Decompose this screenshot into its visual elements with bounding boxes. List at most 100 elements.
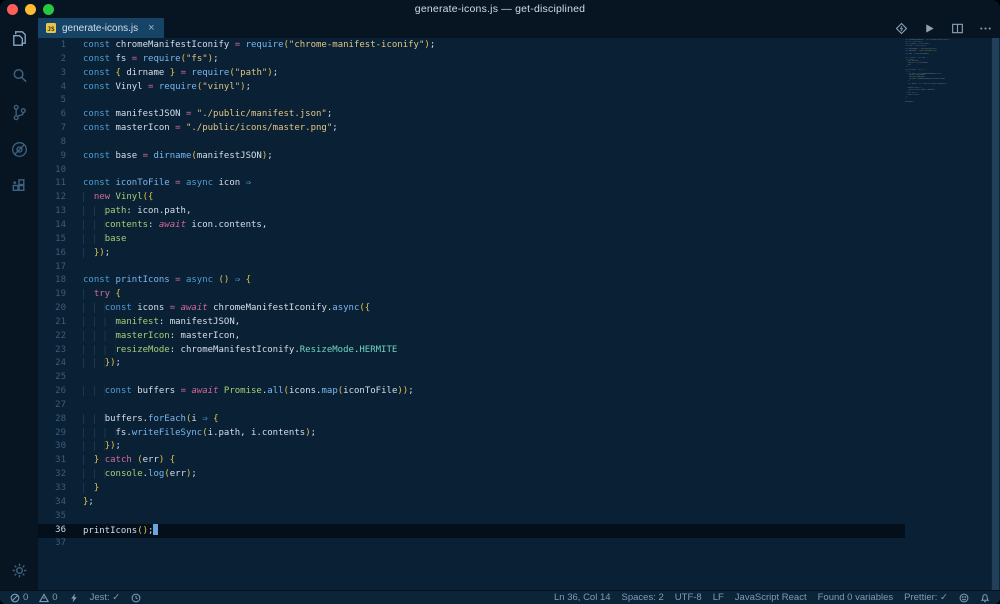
code-line[interactable]: base	[83, 233, 435, 247]
status-item[interactable]: Prettier: ✓	[904, 592, 948, 603]
code-line[interactable]	[83, 164, 435, 178]
clock-status-item[interactable]	[131, 593, 141, 603]
line-number[interactable]: 23	[38, 344, 66, 358]
code-line[interactable]: const base = dirname(manifestJSON);	[83, 150, 435, 164]
line-number[interactable]: 18	[38, 274, 66, 288]
status-item[interactable]: LF	[713, 592, 724, 603]
status-item[interactable]: UTF-8	[675, 592, 702, 603]
code-line[interactable]: const Vinyl = require("vinyl");	[83, 81, 435, 95]
warning-triangle-status-item[interactable]: 0	[39, 592, 58, 603]
line-number[interactable]: 7	[38, 122, 66, 136]
code-line[interactable]: manifest: manifestJSON,	[83, 316, 435, 330]
line-number[interactable]: 15	[38, 233, 66, 247]
format-diamond-icon[interactable]	[894, 21, 908, 35]
code-content[interactable]: const chromeManifestIconify = require("c…	[83, 39, 435, 551]
code-line[interactable]: }	[83, 482, 435, 496]
code-line[interactable]	[83, 261, 435, 275]
code-line[interactable]: resizeMode: chromeManifestIconify.Resize…	[83, 344, 435, 358]
error-circle-status-item[interactable]: 0	[10, 592, 28, 603]
code-line[interactable]	[83, 136, 435, 150]
line-number-gutter[interactable]: 1 2 3 4 5 6 7 8 9 10 11 12 13 14 15 16 17 18 19 20 21 22 23 24 2…	[38, 39, 66, 551]
code-line[interactable]: const fs = require("fs");	[83, 53, 435, 67]
code-line[interactable]: console.log(err);	[83, 468, 435, 482]
line-number[interactable]: 19	[38, 288, 66, 302]
code-line[interactable]: const { dirname } = require("path");	[83, 67, 435, 81]
extensions-icon[interactable]	[9, 176, 29, 196]
settings-gear-icon[interactable]	[9, 560, 29, 580]
code-line[interactable]: });	[83, 440, 435, 454]
code-line[interactable]: } catch (err) {	[83, 454, 435, 468]
more-actions-icon[interactable]	[978, 21, 992, 35]
split-editor-icon[interactable]	[950, 21, 964, 35]
line-number[interactable]: 11	[38, 177, 66, 191]
code-line[interactable]	[83, 94, 435, 108]
code-line[interactable]: };	[83, 496, 435, 510]
line-number[interactable]: 36	[38, 524, 66, 538]
line-number[interactable]: 26	[38, 385, 66, 399]
lightning-status-item[interactable]	[69, 593, 79, 603]
status-item[interactable]: Spaces: 2	[622, 592, 664, 603]
status-item[interactable]: Ln 36, Col 14	[554, 592, 611, 603]
line-number[interactable]: 9	[38, 150, 66, 164]
debug-icon[interactable]	[9, 139, 29, 159]
line-number[interactable]: 16	[38, 247, 66, 261]
line-number[interactable]: 37	[38, 537, 66, 551]
code-line[interactable]: });	[83, 247, 435, 261]
code-line[interactable]: const chromeManifestIconify = require("c…	[83, 39, 435, 53]
code-line[interactable]: const manifestJSON = "./public/manifest.…	[83, 108, 435, 122]
code-line[interactable]: const printIcons = async () ⇒ {	[83, 274, 435, 288]
source-control-icon[interactable]	[9, 102, 29, 122]
code-line[interactable]: const icons = await chromeManifestIconif…	[83, 302, 435, 316]
line-number[interactable]: 27	[38, 399, 66, 413]
status-item[interactable]: Found 0 variables	[818, 592, 894, 603]
bell-status-item[interactable]	[980, 593, 990, 603]
code-line[interactable]: fs.writeFileSync(i.path, i.contents);	[83, 427, 435, 441]
minimap[interactable]: const chromeManifestIconify = require("c…	[905, 39, 1000, 590]
code-line[interactable]	[83, 537, 435, 551]
code-line[interactable]: const masterIcon = "./public/icons/maste…	[83, 122, 435, 136]
line-number[interactable]: 29	[38, 427, 66, 441]
line-number[interactable]: 21	[38, 316, 66, 330]
code-line[interactable]: });	[83, 357, 435, 371]
code-line[interactable]: masterIcon: masterIcon,	[83, 330, 435, 344]
run-icon[interactable]	[922, 21, 936, 35]
code-line[interactable]	[83, 510, 435, 524]
code-line[interactable]: buffers.forEach(i ⇒ {	[83, 413, 435, 427]
line-number[interactable]: 20	[38, 302, 66, 316]
line-number[interactable]: 22	[38, 330, 66, 344]
line-number[interactable]: 13	[38, 205, 66, 219]
code-line[interactable]: const buffers = await Promise.all(icons.…	[83, 385, 435, 399]
code-line[interactable]: const iconToFile = async icon ⇒	[83, 177, 435, 191]
code-editor[interactable]: 1 2 3 4 5 6 7 8 9 10 11 12 13 14 15 16 17 18 19 20 21 22 23 24 2…	[38, 38, 1000, 590]
line-number[interactable]: 10	[38, 164, 66, 178]
line-number[interactable]: 24	[38, 357, 66, 371]
tab-generate-icons[interactable]: JS generate-icons.js ×	[38, 18, 164, 38]
line-number[interactable]: 4	[38, 81, 66, 95]
explorer-icon[interactable]	[9, 28, 29, 48]
code-line[interactable]: path: icon.path,	[83, 205, 435, 219]
tab-close-icon[interactable]: ×	[148, 22, 154, 34]
line-number[interactable]: 6	[38, 108, 66, 122]
line-number[interactable]: 34	[38, 496, 66, 510]
status-item[interactable]: Jest: ✓	[90, 592, 121, 603]
line-number[interactable]: 12	[38, 191, 66, 205]
search-icon[interactable]	[9, 65, 29, 85]
line-number[interactable]: 3	[38, 67, 66, 81]
line-number[interactable]: 14	[38, 219, 66, 233]
line-number[interactable]: 8	[38, 136, 66, 150]
line-number[interactable]: 31	[38, 454, 66, 468]
line-number[interactable]: 25	[38, 371, 66, 385]
line-number[interactable]: 32	[38, 468, 66, 482]
vertical-scrollbar[interactable]	[991, 38, 1000, 590]
line-number[interactable]: 5	[38, 94, 66, 108]
scrollbar-thumb[interactable]	[992, 38, 999, 590]
line-number[interactable]: 28	[38, 413, 66, 427]
smiley-status-item[interactable]	[959, 593, 969, 603]
line-number[interactable]: 33	[38, 482, 66, 496]
line-number[interactable]: 35	[38, 510, 66, 524]
code-line[interactable]	[83, 371, 435, 385]
line-number[interactable]: 17	[38, 261, 66, 275]
code-line[interactable]: try {	[83, 288, 435, 302]
code-line[interactable]	[83, 399, 435, 413]
line-number[interactable]: 2	[38, 53, 66, 67]
